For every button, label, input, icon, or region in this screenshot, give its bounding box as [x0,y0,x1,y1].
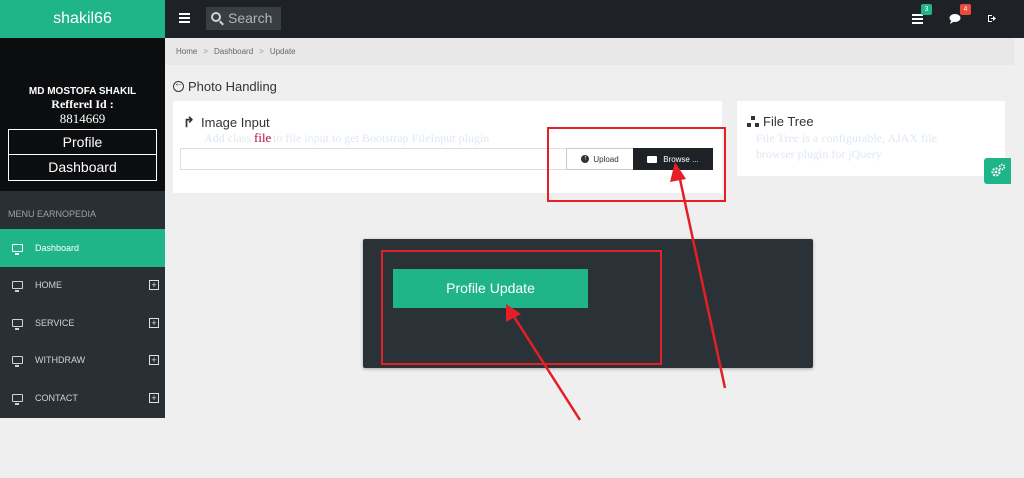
annotation-arrow-profile-update [509,311,582,421]
annotation-arrowhead-profile-update [506,304,521,322]
annotation-arrowhead-browse [670,162,686,182]
annotation-arrows [506,162,727,421]
annotation-arrow-browse [676,169,727,389]
